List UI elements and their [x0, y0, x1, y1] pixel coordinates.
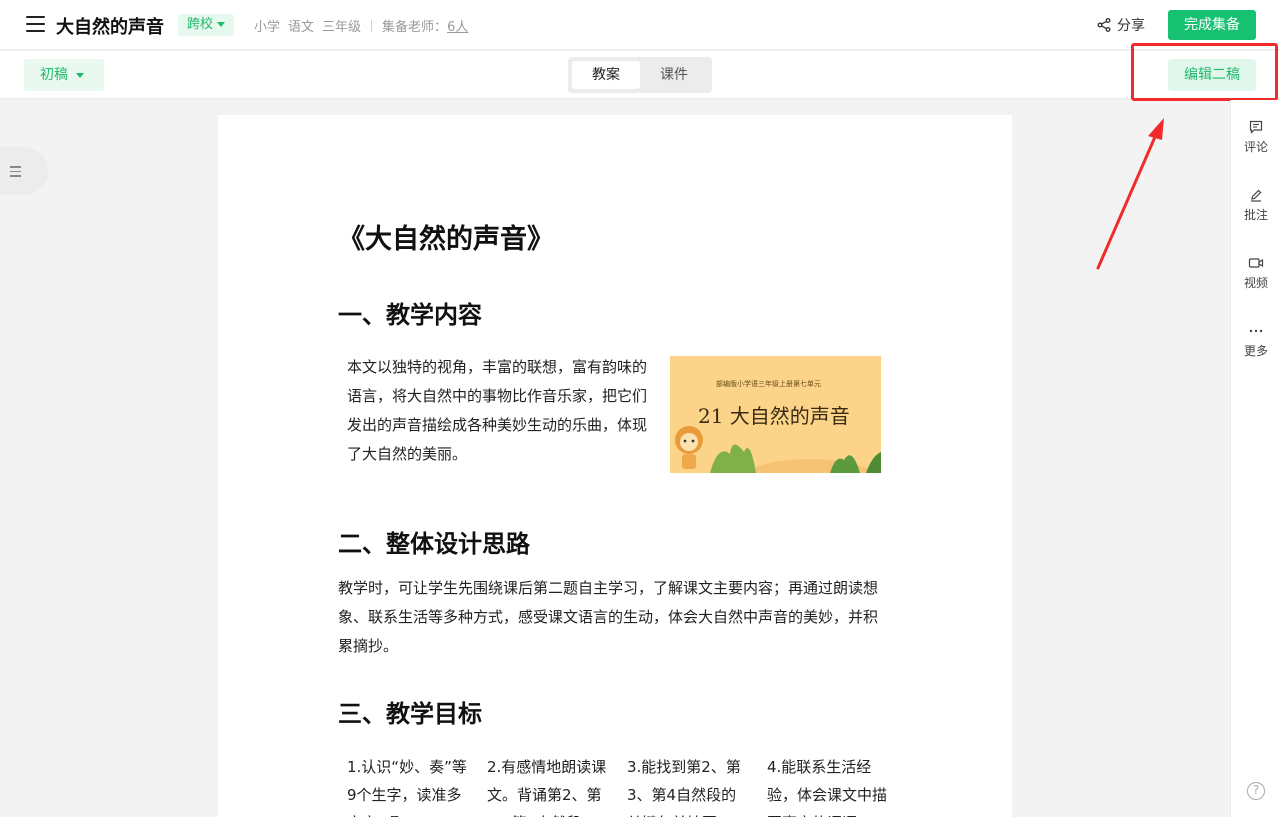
scope-dropdown[interactable]: 跨校 — [178, 14, 235, 36]
sidebar-item-label: 更多 — [1243, 344, 1268, 358]
caret-down-icon — [76, 72, 84, 78]
share-label: 分享 — [1117, 18, 1145, 34]
scope-label: 跨校 — [187, 17, 214, 32]
share-button[interactable]: 分享 — [1097, 15, 1145, 35]
meta-grade: 三年级 — [322, 20, 362, 35]
meta-divider — [371, 19, 373, 32]
doc-type-tabs: 教案 课件 — [568, 57, 712, 93]
share-icon — [1097, 18, 1111, 32]
sidebar-item-annotate[interactable]: 批注 — [1231, 188, 1280, 223]
right-sidebar: 评论 批注 视频 更多 — [1230, 100, 1280, 817]
section-heading-goals: 三、教学目标 — [338, 700, 482, 728]
sidebar-item-label: 视频 — [1243, 276, 1268, 290]
sidebar-item-label: 评论 — [1243, 140, 1268, 154]
section-heading-design: 二、整体设计思路 — [338, 530, 530, 558]
secondary-toolbar: 初稿 教案 课件 编辑二稿 — [0, 51, 1280, 99]
help-icon[interactable]: ? — [1247, 782, 1265, 800]
caret-down-icon — [217, 22, 226, 27]
goal-cell: 1.认识“妙、奏”等9个生字，读准多音字“喝” — [347, 758, 467, 817]
cover-subtitle: 部编版小学语三年级上册第七单元 — [716, 380, 821, 388]
more-icon — [1249, 329, 1263, 333]
content-paragraph: 本文以独特的视角，丰富的联想，富有韵味的语言，将大自然中的事物比作音乐家，把它们… — [347, 358, 648, 463]
meta-subject: 语文 — [288, 20, 315, 35]
page-title: 大自然的声音 — [56, 17, 164, 38]
lesson-cover-image: 部编版小学语三年级上册第七单元 21 大自然的声音 — [670, 356, 881, 473]
document-page: 《大自然的声音》 一、教学内容 本文以独特的视角，丰富的联想，富有韵味的语言，将… — [218, 115, 1012, 817]
top-header: 大自然的声音 跨校 小学 语文 三年级 集备老师： 6人 分享 完成集备 — [0, 0, 1280, 50]
video-icon — [1248, 258, 1264, 268]
tab-courseware[interactable]: 课件 — [640, 61, 708, 89]
lesson-meta: 小学 语文 三年级 集备老师： 6人 — [254, 16, 468, 35]
document-title: 《大自然的声音》 — [338, 224, 554, 255]
teachers-label: 集备老师： — [382, 20, 448, 35]
sidebar-item-comment[interactable]: 评论 — [1231, 120, 1280, 155]
annotation-arrow — [1096, 118, 1164, 270]
cover-title: 21 大自然的声音 — [698, 404, 850, 428]
goals-table: 1.认识“妙、奏”等9个生字，读准多音字“喝” 2.有感情地朗读课文。背诵第2、… — [338, 753, 898, 817]
goal-cell: 3.能找到第2、第3、第4自然段的关键句并填写 — [627, 758, 741, 817]
draft-label: 初稿 — [40, 67, 68, 83]
sidebar-item-more[interactable]: 更多 — [1231, 324, 1280, 359]
goal-cell: 4.能联系生活经验，体会课文中描写声音的词语 — [767, 758, 888, 817]
comment-icon — [1249, 120, 1263, 134]
section-heading-content: 一、教学内容 — [338, 301, 482, 329]
goal-cell: 2.有感情地朗读课文。背诵第2、第3、第4自然段 — [487, 758, 607, 817]
tab-lesson-plan[interactable]: 教案 — [572, 61, 640, 89]
sidebar-item-video[interactable]: 视频 — [1231, 256, 1280, 291]
meta-stage: 小学 — [254, 20, 281, 35]
design-paragraph: 教学时，可让学生先围绕课后第二题自主学习，了解课文主要内容；再通过朗读想象、联系… — [338, 579, 879, 655]
draft-version-dropdown[interactable]: 初稿 — [24, 59, 104, 91]
finish-prep-button[interactable]: 完成集备 — [1168, 10, 1256, 40]
toc-toggle[interactable] — [0, 147, 48, 195]
sidebar-item-label: 批注 — [1243, 208, 1268, 222]
teachers-count-link[interactable]: 6人 — [447, 16, 468, 35]
pen-icon — [1251, 189, 1262, 202]
edit-second-draft-button[interactable]: 编辑二稿 — [1168, 59, 1256, 91]
list-icon — [10, 166, 21, 180]
menu-icon[interactable] — [26, 16, 45, 32]
